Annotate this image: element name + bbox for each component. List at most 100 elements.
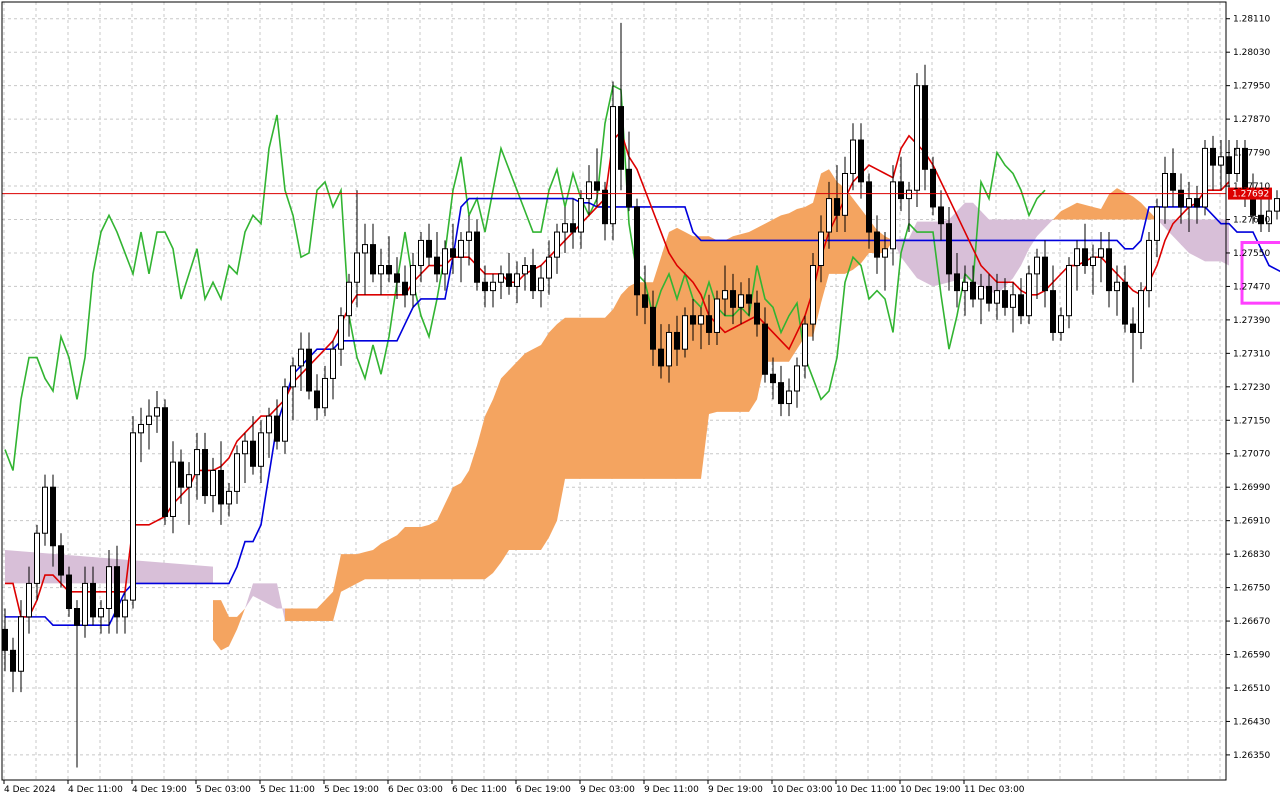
cloud-segment bbox=[573, 317, 581, 479]
candle-body-bull bbox=[338, 315, 344, 350]
cloud-segment bbox=[565, 317, 573, 479]
x-tick-label: 6 Dec 19:00 bbox=[516, 785, 571, 795]
x-tick-label: 5 Dec 11:00 bbox=[260, 785, 315, 795]
candle-body-bear bbox=[90, 582, 96, 618]
cloud-segment bbox=[453, 483, 461, 580]
candle-body-bull bbox=[226, 490, 232, 505]
candle-body-bear bbox=[530, 265, 536, 292]
candle-body-bear bbox=[426, 239, 432, 258]
candle bbox=[914, 73, 920, 207]
cloud-segment bbox=[301, 608, 309, 622]
cloud-segment bbox=[1205, 219, 1213, 262]
candle-body-bull bbox=[82, 582, 88, 626]
y-tick-label: 1.26430 bbox=[1233, 717, 1270, 727]
candle-body-bull bbox=[42, 486, 48, 534]
candle-body-bull bbox=[794, 365, 800, 392]
candle-body-bear bbox=[202, 449, 208, 497]
candle-body-bull bbox=[714, 298, 720, 333]
candle-body-bull bbox=[170, 461, 176, 517]
candle-body-bull bbox=[194, 449, 200, 476]
candle-body-bull bbox=[378, 265, 384, 275]
candle-body-bear bbox=[1106, 248, 1112, 292]
candle-body-bear bbox=[642, 294, 648, 308]
cloud-segment bbox=[917, 221, 925, 283]
candle-body-bear bbox=[970, 281, 976, 300]
candle-body-bull bbox=[1138, 290, 1144, 333]
cloud-segment bbox=[357, 552, 365, 584]
candle-body-bear bbox=[626, 168, 632, 208]
y-tick-label: 1.27550 bbox=[1233, 249, 1270, 259]
cloud-segment bbox=[653, 257, 661, 479]
cloud-segment bbox=[1117, 188, 1125, 220]
candle-body-bear bbox=[314, 390, 320, 409]
x-tick-label: 5 Dec 19:00 bbox=[324, 785, 379, 795]
cloud-segment bbox=[397, 526, 405, 580]
candle-body-bear bbox=[1178, 189, 1184, 208]
cloud-segment bbox=[429, 520, 437, 580]
x-tick-label: 6 Dec 11:00 bbox=[452, 785, 507, 795]
candle-body-bear bbox=[762, 323, 768, 375]
candle-body-bear bbox=[674, 331, 680, 350]
y-tick-label: 1.26830 bbox=[1233, 550, 1270, 560]
candle-body-bull bbox=[106, 566, 112, 610]
cloud-segment bbox=[373, 543, 381, 580]
candle-body-bull bbox=[722, 290, 728, 300]
candle-body-bull bbox=[1034, 256, 1040, 275]
candle-body-bull bbox=[1218, 156, 1224, 166]
candle-body-bull bbox=[914, 85, 920, 191]
cloud-segment bbox=[485, 399, 493, 580]
candle-body-bull bbox=[210, 469, 216, 497]
y-tick-label: 1.27470 bbox=[1233, 282, 1270, 292]
x-tick-label: 9 Dec 03:00 bbox=[580, 785, 635, 795]
cloud-segment bbox=[997, 219, 1005, 295]
cloud-segment bbox=[389, 535, 397, 580]
candle-body-bear bbox=[858, 139, 864, 183]
candle-body-bull bbox=[34, 532, 40, 584]
candle-body-bull bbox=[682, 315, 688, 350]
candle-body-bear bbox=[1050, 290, 1056, 333]
candle bbox=[162, 399, 168, 525]
candle-body-bull bbox=[122, 599, 128, 618]
candle-body-bear bbox=[450, 248, 456, 258]
candle-body-bear bbox=[930, 168, 936, 208]
cloud-segment bbox=[1197, 219, 1205, 262]
y-tick-label: 1.27070 bbox=[1233, 450, 1270, 460]
candle-body-bull bbox=[26, 582, 32, 618]
candle-body-bear bbox=[730, 290, 736, 308]
cloud-segment bbox=[549, 324, 557, 538]
cloud-segment bbox=[269, 583, 277, 609]
cloud-segment bbox=[309, 608, 317, 622]
y-tick-label: 1.26990 bbox=[1233, 483, 1270, 493]
cloud-segment bbox=[621, 286, 629, 479]
candle-body-bear bbox=[394, 273, 400, 283]
cloud-segment bbox=[381, 539, 389, 580]
candle-body-bull bbox=[578, 198, 584, 233]
candle-body-bear bbox=[1082, 248, 1088, 267]
candle-body-bear bbox=[1002, 290, 1008, 308]
candle-body-bear bbox=[690, 315, 696, 325]
price-chart[interactable]: 1.276922024.12.12 06:00 1.281101.280301.… bbox=[0, 0, 1280, 800]
cloud-segment bbox=[349, 554, 357, 588]
cloud-segment bbox=[1221, 219, 1229, 266]
y-tick-label: 1.26670 bbox=[1233, 617, 1270, 627]
candle-body-bull bbox=[562, 223, 568, 233]
candle-body-bull bbox=[290, 365, 296, 388]
candle-body-bull bbox=[546, 256, 552, 279]
candle-body-bull bbox=[498, 273, 504, 283]
candle-body-bear bbox=[482, 281, 488, 292]
candle-body-bull bbox=[586, 181, 592, 200]
cloud-segment bbox=[501, 370, 509, 563]
cloud-segment bbox=[629, 282, 637, 479]
candle-body-bull bbox=[1098, 248, 1104, 258]
candle-body-bull bbox=[186, 474, 192, 488]
candle-body-bear bbox=[386, 265, 392, 275]
candle-body-bull bbox=[458, 239, 464, 258]
candle-body-bull bbox=[514, 273, 520, 287]
x-tick-label: 4 Dec 2024 bbox=[4, 785, 56, 795]
x-tick-label: 11 Dec 03:00 bbox=[964, 785, 1025, 795]
candle-body-bull bbox=[1202, 147, 1208, 208]
candle-body-bull bbox=[146, 415, 152, 425]
candle-body-bull bbox=[98, 608, 104, 618]
y-tick-label: 1.26910 bbox=[1233, 517, 1270, 527]
y-tick-label: 1.26750 bbox=[1233, 584, 1270, 594]
